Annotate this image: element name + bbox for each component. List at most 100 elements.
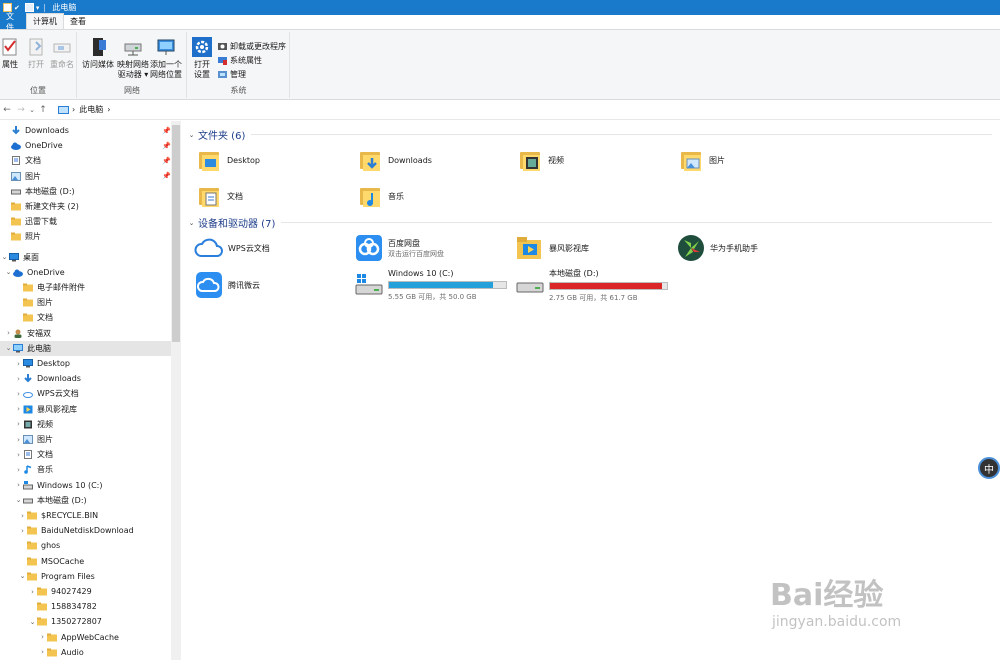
expand-chevron-icon[interactable]: ⌄ <box>0 253 9 261</box>
nav-tree-item[interactable]: › Downloads <box>0 371 171 386</box>
quick-access-item[interactable]: 文档 📌 <box>0 153 171 168</box>
pin-icon[interactable]: 📌 <box>162 172 171 180</box>
up-arrow-icon[interactable]: ↑ <box>36 105 50 115</box>
device-tile[interactable]: 本地磁盘 (D:) 2.75 GB 可用，共 61.7 GB <box>515 269 668 302</box>
expand-chevron-icon[interactable]: ⌄ <box>4 344 13 352</box>
expand-chevron-icon[interactable]: › <box>4 329 13 337</box>
map-network-drive-button[interactable]: 映射网络 驱动器 ▾ <box>117 36 149 80</box>
nav-tree-item[interactable]: › 安福双 <box>0 326 171 341</box>
expand-chevron-icon[interactable]: › <box>14 466 23 474</box>
forward-arrow-icon[interactable]: → <box>14 105 28 115</box>
expand-chevron-icon[interactable]: › <box>14 375 23 383</box>
nav-tree-item[interactable]: ⌄ Program Files <box>0 569 171 584</box>
address-sep-end-icon[interactable]: › <box>107 105 110 114</box>
expand-chevron-icon[interactable]: › <box>28 588 37 596</box>
ime-indicator[interactable]: 中 <box>978 457 1000 479</box>
expand-chevron-icon[interactable]: › <box>18 527 27 535</box>
nav-tree-item[interactable]: ⌄ OneDrive <box>0 265 171 280</box>
back-arrow-icon[interactable]: ← <box>0 105 14 115</box>
expand-chevron-icon[interactable]: › <box>14 390 23 398</box>
nav-tree-item[interactable]: › 图片 <box>0 432 171 447</box>
open-button[interactable]: 打开 <box>26 36 46 70</box>
pin-icon[interactable]: 📌 <box>162 142 171 150</box>
folder-tile[interactable]: 音乐 <box>360 181 404 211</box>
nav-tree-item[interactable]: 文档 <box>0 310 171 325</box>
nav-tree-item[interactable]: › 94027429 <box>0 584 171 599</box>
expand-chevron-icon[interactable]: › <box>38 633 47 641</box>
expand-chevron-icon[interactable]: ⌄ <box>14 496 23 504</box>
navigation-pane[interactable]: Downloads 📌 OneDrive 📌 文档 📌 图片 📌 本地磁盘 (D:) 新建文件夹 … <box>0 121 171 660</box>
rename-button[interactable]: 重命名 <box>50 36 74 70</box>
nav-tree-item[interactable]: 158834782 <box>0 599 171 614</box>
nav-tree-item[interactable]: ⌄ 1350272807 <box>0 614 171 629</box>
expand-chevron-icon[interactable]: › <box>14 481 23 489</box>
nav-scrollbar[interactable] <box>171 121 181 660</box>
manage-button[interactable]: 管理 <box>218 68 246 80</box>
devices-collapse-chevron-icon[interactable]: ⌄ <box>187 219 196 227</box>
nav-tree-item[interactable]: ⌄ 此电脑 <box>0 340 171 356</box>
quick-access-item[interactable]: 照片 <box>0 229 171 244</box>
nav-tree-item[interactable]: › 音乐 <box>0 462 171 477</box>
device-tile[interactable]: Windows 10 (C:) 5.55 GB 可用，共 50.0 GB <box>354 269 507 301</box>
open-settings-button[interactable]: 打开 设置 <box>192 36 212 80</box>
nav-scrollbar-thumb[interactable] <box>172 125 180 342</box>
nav-tree-item[interactable]: › 暴风影视库 <box>0 402 171 417</box>
nav-tree-item[interactable]: › Desktop <box>0 356 171 371</box>
nav-tree-item[interactable]: 电子邮件附件 <box>0 280 171 295</box>
device-tile[interactable]: WPS云文档 <box>194 232 270 264</box>
nav-tree-item[interactable]: ⌄ 桌面 <box>0 250 171 265</box>
device-tile[interactable]: 暴风影视库 <box>515 232 589 264</box>
nav-tree-item[interactable]: › 文档 <box>0 447 171 462</box>
address-path[interactable]: 此电脑 <box>79 104 103 115</box>
quick-access-item[interactable]: OneDrive 📌 <box>0 138 171 153</box>
nav-tree-item[interactable]: MSOCache <box>0 554 171 569</box>
folder-tile[interactable]: 图片 <box>681 145 725 175</box>
expand-chevron-icon[interactable]: ⌄ <box>4 268 13 276</box>
expand-chevron-icon[interactable]: ⌄ <box>18 572 27 580</box>
expand-chevron-icon[interactable]: › <box>18 512 27 520</box>
customize-quick-access-chevron-icon[interactable]: ▾ <box>36 4 40 12</box>
expand-chevron-icon[interactable]: › <box>14 360 23 368</box>
nav-tree-item[interactable]: › WPS云文档 <box>0 386 171 401</box>
expand-chevron-icon[interactable]: › <box>14 436 23 444</box>
nav-tree-item[interactable]: ghos <box>0 538 171 553</box>
new-folder-quick-icon[interactable] <box>24 3 34 12</box>
device-tile[interactable]: 腾讯微云 <box>194 269 260 301</box>
nav-tree-item[interactable]: › $RECYCLE.BIN <box>0 508 171 523</box>
tab-view[interactable]: 查看 <box>64 14 92 29</box>
nav-tree-item[interactable]: › Audio <box>0 645 171 660</box>
uninstall-programs-button[interactable]: 卸载或更改程序 <box>218 40 286 52</box>
nav-tree-item[interactable]: ⌄ 本地磁盘 (D:) <box>0 493 171 508</box>
folders-collapse-chevron-icon[interactable]: ⌄ <box>187 131 196 139</box>
access-media-button[interactable]: 访问媒体 <box>82 36 114 70</box>
properties-button[interactable]: 属性 <box>0 36 20 70</box>
nav-tree-item[interactable]: › Windows 10 (C:) <box>0 478 171 493</box>
folder-tile[interactable]: Downloads <box>360 145 432 175</box>
device-tile[interactable]: 百度网盘 双击运行百度网盘 <box>354 232 444 264</box>
quick-access-item[interactable]: 迅雷下载 <box>0 214 171 229</box>
expand-chevron-icon[interactable]: › <box>14 420 23 428</box>
folder-tile[interactable]: 视频 <box>520 145 564 175</box>
nav-tree-item[interactable]: 图片 <box>0 295 171 310</box>
nav-tree-item[interactable]: › 视频 <box>0 417 171 432</box>
pin-icon[interactable]: 📌 <box>162 127 171 135</box>
system-properties-button[interactable]: 系统属性 <box>218 54 262 66</box>
nav-tree-item[interactable]: › BaiduNetdiskDownload <box>0 523 171 538</box>
tab-computer[interactable]: 计算机 <box>26 13 64 29</box>
expand-chevron-icon[interactable]: › <box>14 405 23 413</box>
folders-section-header[interactable]: ⌄ 文件夹 (6) <box>187 127 992 142</box>
quick-access-item[interactable]: 图片 📌 <box>0 169 171 184</box>
tab-file[interactable]: 文件 <box>0 12 26 32</box>
expand-chevron-icon[interactable]: ⌄ <box>28 618 37 626</box>
add-network-location-button[interactable]: 添加一个 网络位置 <box>150 36 182 80</box>
folder-tile[interactable]: 文档 <box>199 181 243 211</box>
quick-access-item[interactable]: 新建文件夹 (2) <box>0 199 171 214</box>
quick-access-item[interactable]: Downloads 📌 <box>0 123 171 138</box>
recent-locations-chevron-icon[interactable]: ⌄ <box>28 106 36 114</box>
folder-tile[interactable]: Desktop <box>199 145 260 175</box>
expand-chevron-icon[interactable]: › <box>14 451 23 459</box>
address-sep-icon[interactable]: › <box>72 105 75 114</box>
devices-section-header[interactable]: ⌄ 设备和驱动器 (7) <box>187 215 992 230</box>
pin-icon[interactable]: 📌 <box>162 157 171 165</box>
nav-tree-item[interactable]: › AppWebCache <box>0 630 171 645</box>
